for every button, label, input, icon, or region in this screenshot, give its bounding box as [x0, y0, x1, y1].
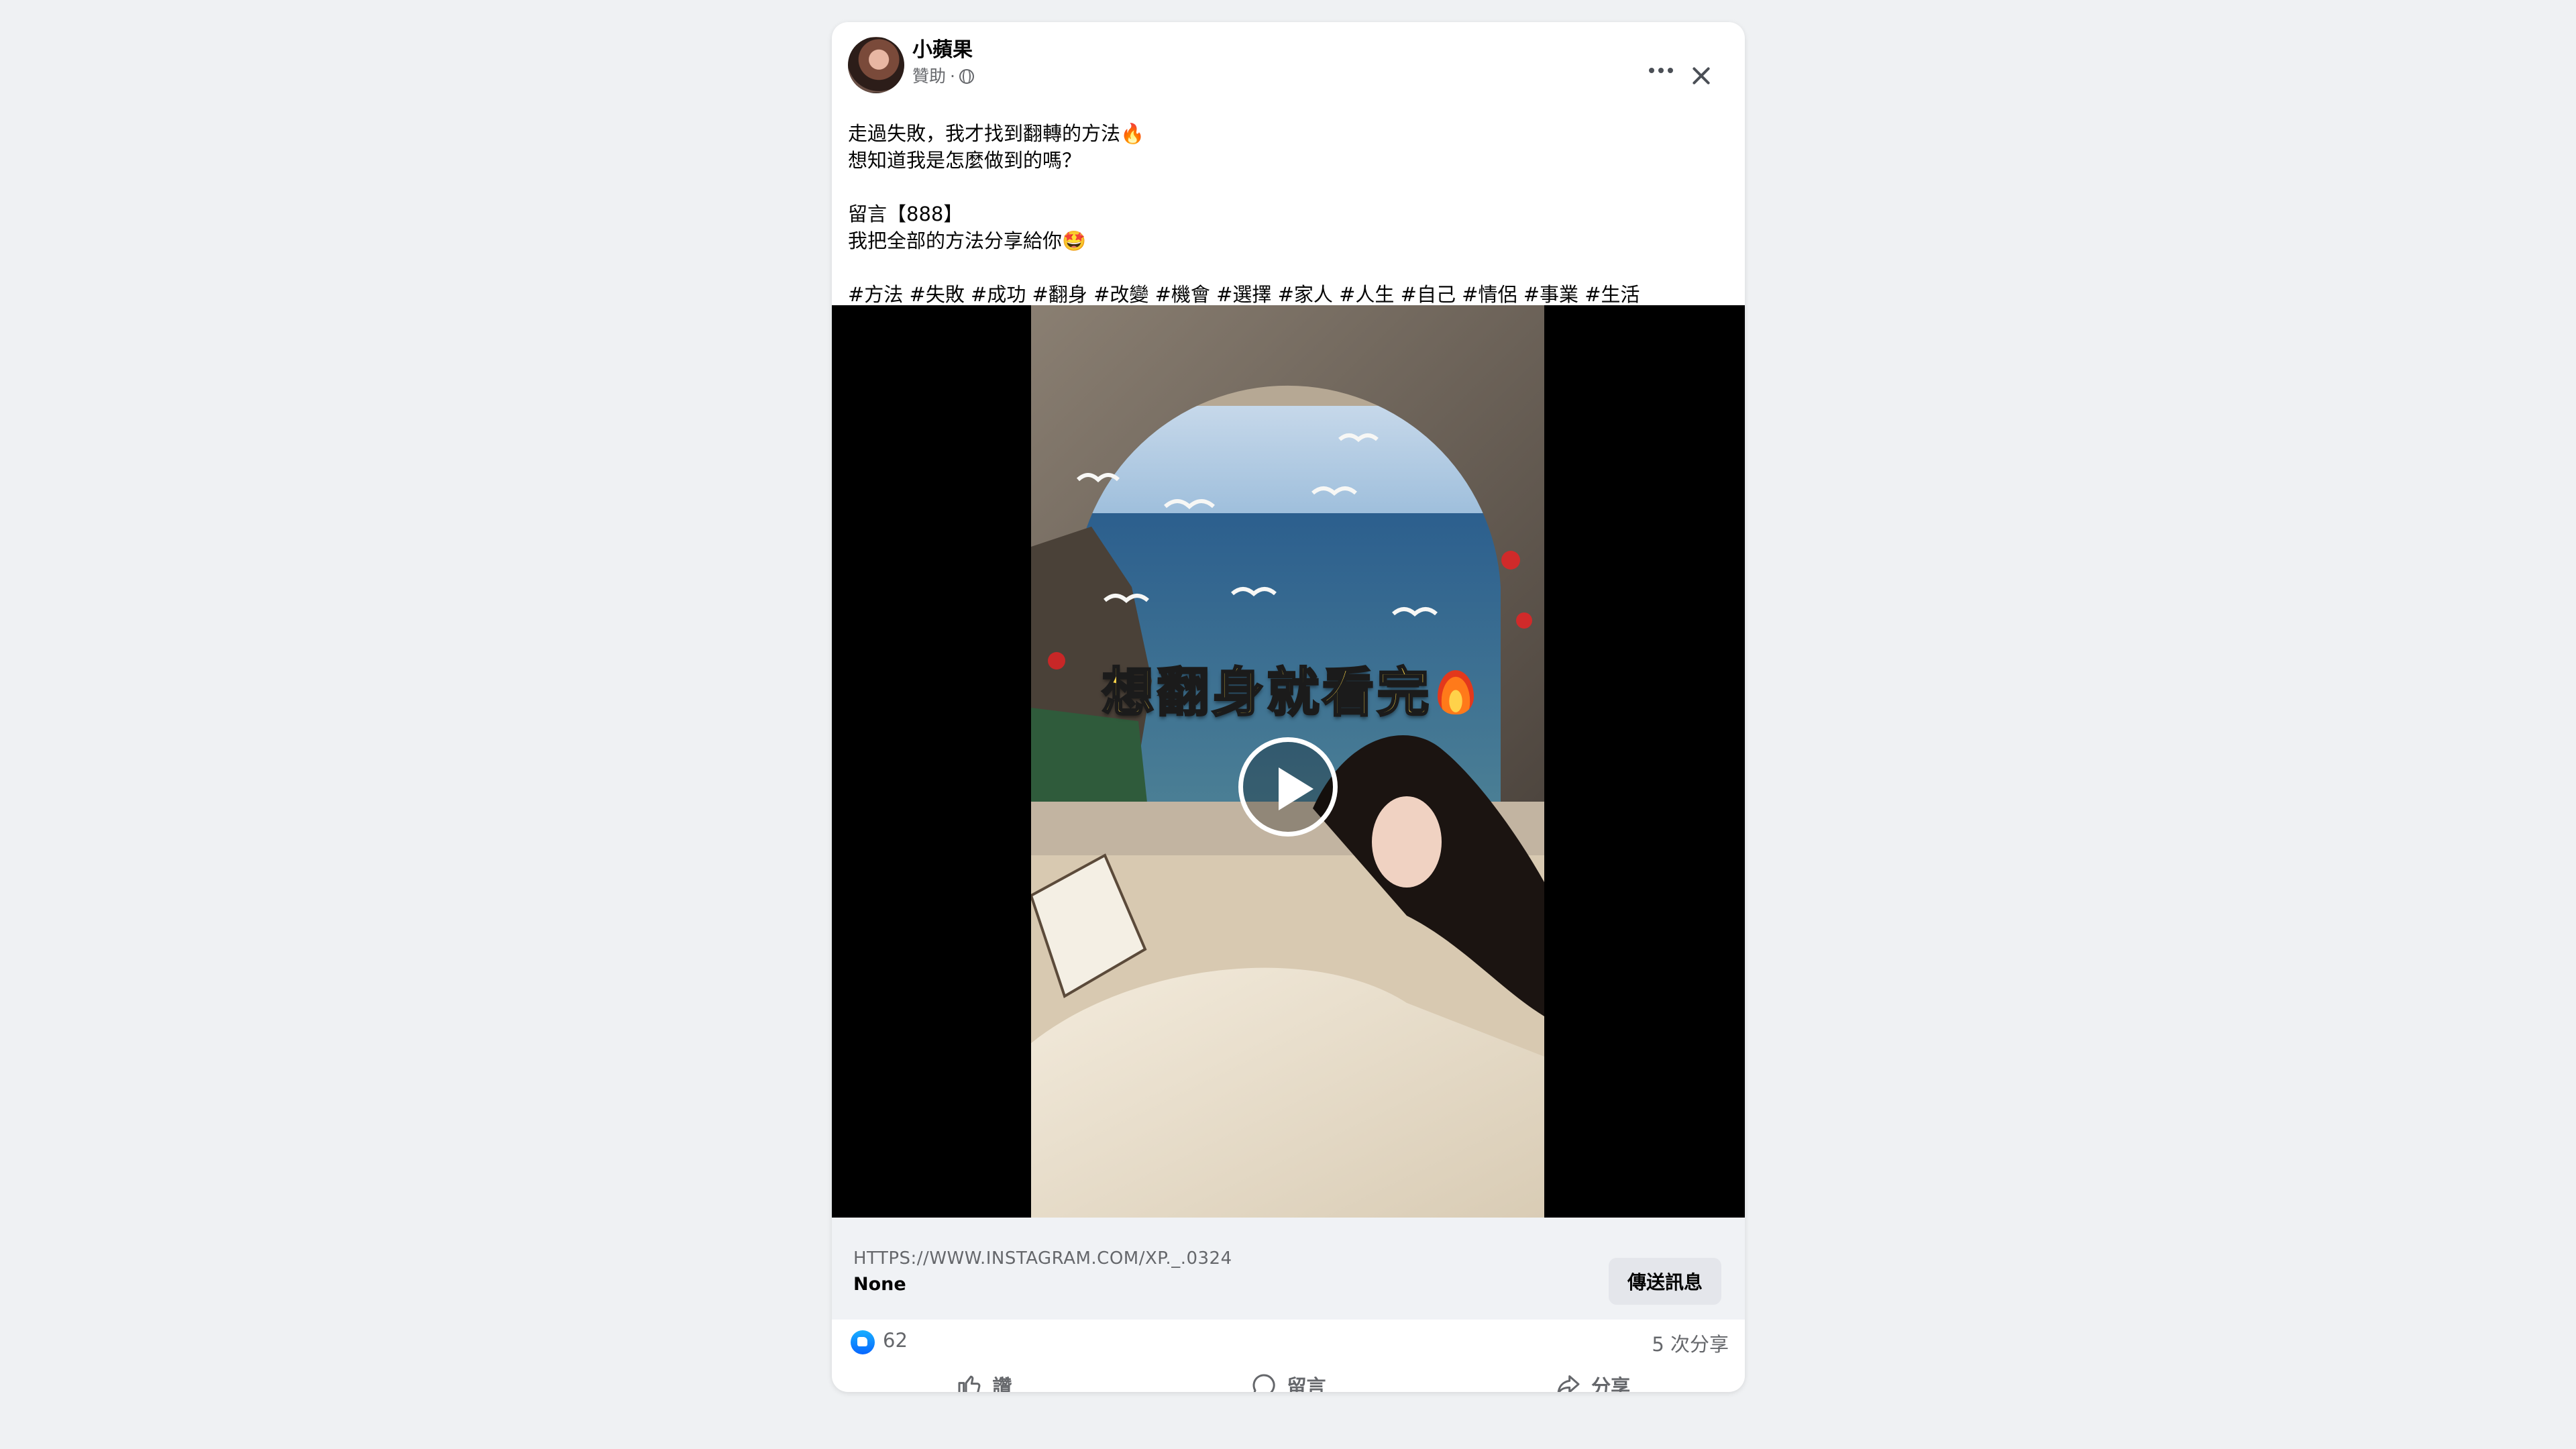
flame-icon — [1437, 670, 1474, 714]
sponsored-label[interactable]: 贊助 — [912, 65, 946, 88]
comment-label: 留言 — [1287, 1375, 1326, 1392]
post-text-blank — [848, 254, 1727, 281]
comment-icon — [1253, 1374, 1276, 1392]
share-label: 分享 — [1591, 1375, 1631, 1392]
share-count[interactable]: 5 次分享 — [1652, 1329, 1729, 1357]
send-message-button[interactable]: 傳送訊息 — [1609, 1258, 1721, 1305]
like-button[interactable]: 讚 — [850, 1365, 1118, 1392]
post-text-line: 我把全部的方法分享給你🤩 — [848, 229, 1087, 252]
link-preview[interactable]: HTTPS://WWW.INSTAGRAM.COM/XP._.0324 None… — [832, 1218, 1745, 1320]
reactions-bar: 62 5 次分享 — [832, 1324, 1745, 1364]
play-icon[interactable] — [1238, 737, 1338, 837]
post-text: 走過失敗，我才找到翻轉的方法🔥 想知道我是怎麼做到的嗎？ 留言【888】 我把全… — [848, 120, 1727, 308]
share-button[interactable]: 分享 — [1458, 1365, 1727, 1392]
post-text-line: 留言【888】 — [848, 203, 963, 225]
meta-separator: · — [950, 66, 955, 86]
close-icon[interactable] — [1684, 59, 1718, 93]
comment-button[interactable]: 留言 — [1154, 1365, 1422, 1392]
video-overlay-caption: 想翻身就看完 — [1031, 651, 1544, 726]
post-text-line: 想知道我是怎麼做到的嗎？ — [848, 149, 1082, 172]
post-hashtags[interactable]: #方法 #失敗 #成功 #翻身 #改變 #機會 #選擇 #家人 #人生 #自己 … — [848, 281, 1727, 308]
post-actions: 讚 留言 分享 — [832, 1365, 1745, 1392]
globe-icon — [959, 69, 974, 84]
link-title[interactable]: None — [853, 1274, 906, 1295]
avatar[interactable] — [848, 37, 904, 93]
post-text-blank — [848, 174, 1727, 201]
post-text-line: 走過失敗，我才找到翻轉的方法🔥 — [848, 122, 1145, 145]
share-icon — [1557, 1375, 1580, 1392]
like-label: 讚 — [992, 1375, 1012, 1392]
like-reaction-icon[interactable] — [851, 1330, 875, 1354]
more-options-icon[interactable] — [1638, 57, 1684, 84]
video-player[interactable]: 想翻身就看完 — [832, 305, 1745, 1218]
post-header: 小蘋果 贊助 · — [832, 22, 1745, 109]
thumbs-up-icon — [958, 1375, 981, 1392]
like-count[interactable]: 62 — [883, 1329, 908, 1352]
link-url[interactable]: HTTPS://WWW.INSTAGRAM.COM/XP._.0324 — [853, 1248, 1232, 1269]
sponsored-post-card: 小蘋果 贊助 · 走過失敗，我才找到翻轉的方法🔥 想知道我是怎麼做到的嗎？ 留言… — [832, 22, 1745, 1392]
post-meta: 贊助 · — [912, 65, 974, 88]
page-name[interactable]: 小蘋果 — [912, 37, 973, 64]
